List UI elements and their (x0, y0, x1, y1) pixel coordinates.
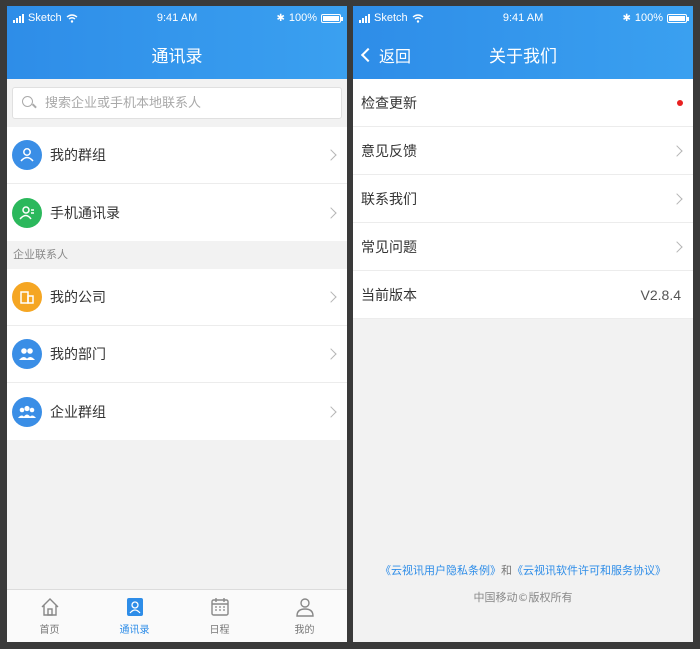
enterprise-group-icon (12, 396, 42, 427)
list-item-my-groups[interactable]: 我的群组 (7, 127, 347, 184)
legal-links: 《云视讯用户隐私条例》和《云视讯软件许可和服务协议》 (353, 562, 693, 578)
list-item-enterprise-groups[interactable]: 企业群组 (7, 383, 347, 440)
search-input[interactable] (45, 95, 315, 111)
status-time: 9:41 AM (156, 12, 198, 24)
contacts-screen: Sketch 9:41 AM ✱ 100% 通讯录 我的群组 (7, 6, 347, 642)
battery-percent: 100% (634, 12, 663, 24)
section-title: 企业联系人 (7, 241, 347, 269)
search-field[interactable] (12, 87, 342, 119)
list-item-faq[interactable]: 常见问题 (353, 223, 693, 271)
bluetooth-icon: ✱ (622, 12, 631, 24)
signal-icon (13, 13, 24, 23)
status-time: 9:41 AM (502, 12, 544, 24)
chevron-left-icon (360, 47, 376, 62)
tab-label: 日程 (209, 625, 230, 636)
carrier-label: Sketch (374, 12, 408, 24)
enterprise-list: 我的公司 我的部门 企业群组 (7, 269, 347, 440)
department-icon (12, 339, 42, 369)
list-item-label: 我的部门 (50, 347, 106, 363)
wifi-icon (66, 13, 78, 23)
phone-contacts-icon (12, 197, 42, 228)
tab-mine[interactable]: 我的 (262, 590, 347, 642)
tab-label: 我的 (294, 625, 315, 636)
page-title: 通讯录 (151, 47, 203, 67)
battery-icon (321, 13, 343, 23)
page-title: 关于我们 (489, 47, 557, 67)
chevron-right-icon (325, 405, 337, 418)
about-screen: Sketch 9:41 AM ✱ 100% 返回 关于我们 检查更新 意见反馈 (353, 6, 693, 642)
calendar-icon (210, 598, 229, 616)
signal-icon (359, 13, 370, 23)
list-item-label: 手机通讯录 (50, 205, 120, 222)
license-agreement-link[interactable]: 《云视讯软件许可和服务协议》 (512, 564, 666, 577)
tab-contacts[interactable]: 通讯录 (92, 590, 177, 642)
chevron-right-icon (325, 348, 337, 360)
list-item-phone-contacts[interactable]: 手机通讯录 (7, 184, 347, 241)
tab-home[interactable]: 首页 (7, 590, 92, 642)
tab-label: 通讯录 (119, 625, 150, 636)
list-item-label: 常见问题 (361, 239, 417, 256)
list-item-label: 我的群组 (50, 148, 106, 164)
contacts-top-list: 我的群组 手机通讯录 (7, 127, 347, 241)
battery-percent: 100% (288, 12, 317, 24)
list-item-feedback[interactable]: 意见反馈 (353, 127, 693, 175)
battery-icon (667, 13, 689, 23)
tab-schedule[interactable]: 日程 (177, 590, 262, 642)
tab-bar: 首页 通讯录 日程 我的 (7, 589, 347, 642)
chevron-right-icon (325, 206, 337, 219)
chevron-right-icon (325, 291, 337, 303)
update-badge (677, 99, 683, 106)
search-bar (7, 79, 347, 127)
chevron-right-icon (671, 192, 683, 205)
wifi-icon (412, 13, 424, 23)
list-item-contact-us[interactable]: 联系我们 (353, 175, 693, 223)
chevron-right-icon (671, 240, 683, 253)
list-item-label: 检查更新 (361, 95, 417, 112)
list-item-label: 企业群组 (50, 404, 106, 421)
status-bar: Sketch 9:41 AM ✱ 100% (353, 6, 693, 30)
contacts-icon (126, 598, 143, 616)
list-item-check-update[interactable]: 检查更新 (353, 79, 693, 127)
list-item-label: 联系我们 (361, 191, 417, 208)
list-item-my-company[interactable]: 我的公司 (7, 269, 347, 326)
carrier-label: Sketch (28, 12, 62, 24)
list-item-label: 意见反馈 (361, 143, 417, 160)
version-value: V2.8.4 (640, 286, 681, 303)
version-label: 当前版本 (361, 287, 417, 304)
copyright-text: 中国移动©版权所有 (473, 591, 573, 604)
link-joiner: 和 (501, 564, 512, 577)
bluetooth-icon: ✱ (276, 12, 285, 24)
list-item-version: 当前版本 V2.8.4 (353, 271, 693, 319)
contacts-header: Sketch 9:41 AM ✱ 100% 通讯录 (7, 6, 347, 79)
list-item-label: 我的公司 (50, 290, 106, 306)
company-icon (12, 282, 42, 312)
privacy-policy-link[interactable]: 《云视讯用户隐私条例》 (380, 564, 501, 577)
chevron-right-icon (325, 149, 337, 161)
back-button[interactable]: 返回 (359, 30, 411, 79)
profile-icon (295, 598, 314, 617)
list-item-my-department[interactable]: 我的部门 (7, 326, 347, 383)
search-icon (21, 95, 37, 111)
chevron-right-icon (671, 144, 683, 157)
status-bar: Sketch 9:41 AM ✱ 100% (7, 6, 347, 30)
group-icon (12, 140, 42, 170)
tab-label: 首页 (39, 625, 60, 636)
about-list: 检查更新 意见反馈 联系我们 常见问题 当前版本 V2.8.4 (353, 79, 693, 319)
home-icon (41, 598, 58, 616)
about-header: Sketch 9:41 AM ✱ 100% 返回 关于我们 (353, 6, 693, 79)
back-label: 返回 (379, 46, 412, 66)
